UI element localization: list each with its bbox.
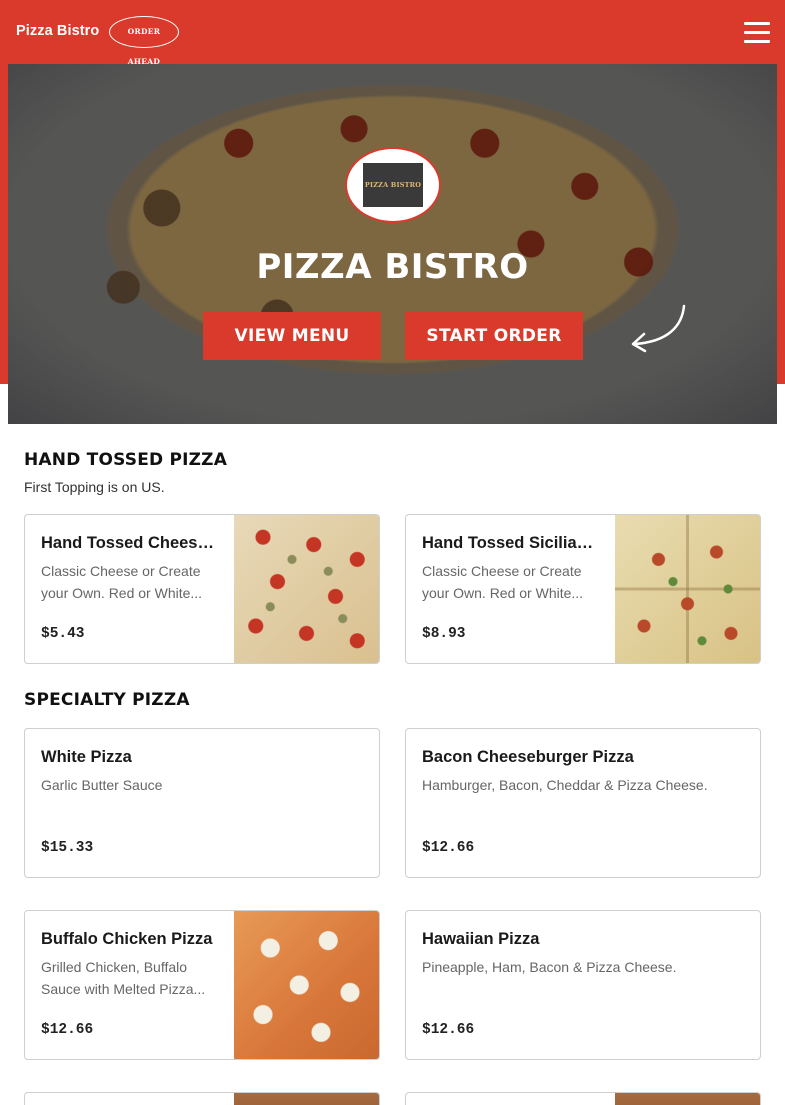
start-order-button[interactable]: START ORDER xyxy=(405,312,583,360)
item-name: Hawaiian Pizza xyxy=(422,930,540,948)
hero-title: PIZZA BISTRO xyxy=(256,247,529,287)
menu-item-card[interactable]: Hand Tossed Sicilian... Classic Cheese o… xyxy=(405,514,761,664)
hero-banner: PIZZA BISTRO PIZZA BISTRO VIEW MENU STAR… xyxy=(8,64,777,424)
item-name: White Pizza xyxy=(41,748,132,766)
logo-text: PIZZA BISTRO xyxy=(363,163,423,207)
hamburger-menu-icon[interactable] xyxy=(744,22,770,44)
item-name: Hand Tossed Sicilian... xyxy=(422,534,600,552)
restaurant-logo: PIZZA BISTRO xyxy=(345,147,441,223)
brand-name[interactable]: Pizza Bistro xyxy=(16,23,99,39)
item-description: Garlic Butter Sauce xyxy=(41,777,163,793)
menu-item-card[interactable]: Buffalo Chicken Pizza Grilled Chicken, B… xyxy=(24,910,380,1060)
menu-item-card[interactable]: White Pizza Garlic Butter Sauce $15.33 xyxy=(24,728,380,878)
section-title-specialty: SPECIALTY PIZZA xyxy=(24,690,190,710)
item-price: $15.33 xyxy=(41,840,94,856)
menu-item-card[interactable]: Bacon Cheeseburger Pizza Hamburger, Baco… xyxy=(405,728,761,878)
hamburger-line xyxy=(744,40,770,43)
item-photo xyxy=(234,1093,379,1105)
section-subtitle: First Topping is on US. xyxy=(24,479,165,495)
item-photo xyxy=(615,1093,760,1105)
view-menu-button[interactable]: VIEW MENU xyxy=(203,312,381,360)
item-name: Hand Tossed Cheese... xyxy=(41,534,219,552)
item-description: Grilled Chicken, Buffalo Sauce with Melt… xyxy=(41,959,206,997)
item-description: Classic Cheese or Create your Own. Red o… xyxy=(41,563,203,601)
menu-item-card[interactable] xyxy=(24,1092,380,1105)
hamburger-line xyxy=(744,22,770,25)
item-price: $8.93 xyxy=(422,626,466,642)
menu-item-card[interactable]: Hawaiian Pizza Pineapple, Ham, Bacon & P… xyxy=(405,910,761,1060)
order-ahead-badge[interactable]: ORDER AHEAD xyxy=(109,16,179,66)
hero-overlay xyxy=(8,64,777,424)
menu-item-card[interactable]: Hand Tossed Cheese... Classic Cheese or … xyxy=(24,514,380,664)
curved-arrow-icon xyxy=(631,304,686,353)
item-price: $12.66 xyxy=(422,840,475,856)
item-name: Bacon Cheeseburger Pizza xyxy=(422,748,634,766)
item-photo xyxy=(615,515,760,663)
item-price: $12.66 xyxy=(41,1022,94,1038)
item-price: $5.43 xyxy=(41,626,85,642)
item-photo xyxy=(234,911,379,1059)
item-description: Hamburger, Bacon, Cheddar & Pizza Cheese… xyxy=(422,777,708,793)
item-price: $12.66 xyxy=(422,1022,475,1038)
menu-item-card[interactable] xyxy=(405,1092,761,1105)
section-title-hand-tossed: HAND TOSSED PIZZA xyxy=(24,450,228,470)
hamburger-line xyxy=(744,31,770,34)
item-photo xyxy=(234,515,379,663)
item-description: Pineapple, Ham, Bacon & Pizza Cheese. xyxy=(422,959,677,975)
item-name: Buffalo Chicken Pizza xyxy=(41,930,213,948)
item-description: Classic Cheese or Create your Own. Red o… xyxy=(422,563,584,601)
